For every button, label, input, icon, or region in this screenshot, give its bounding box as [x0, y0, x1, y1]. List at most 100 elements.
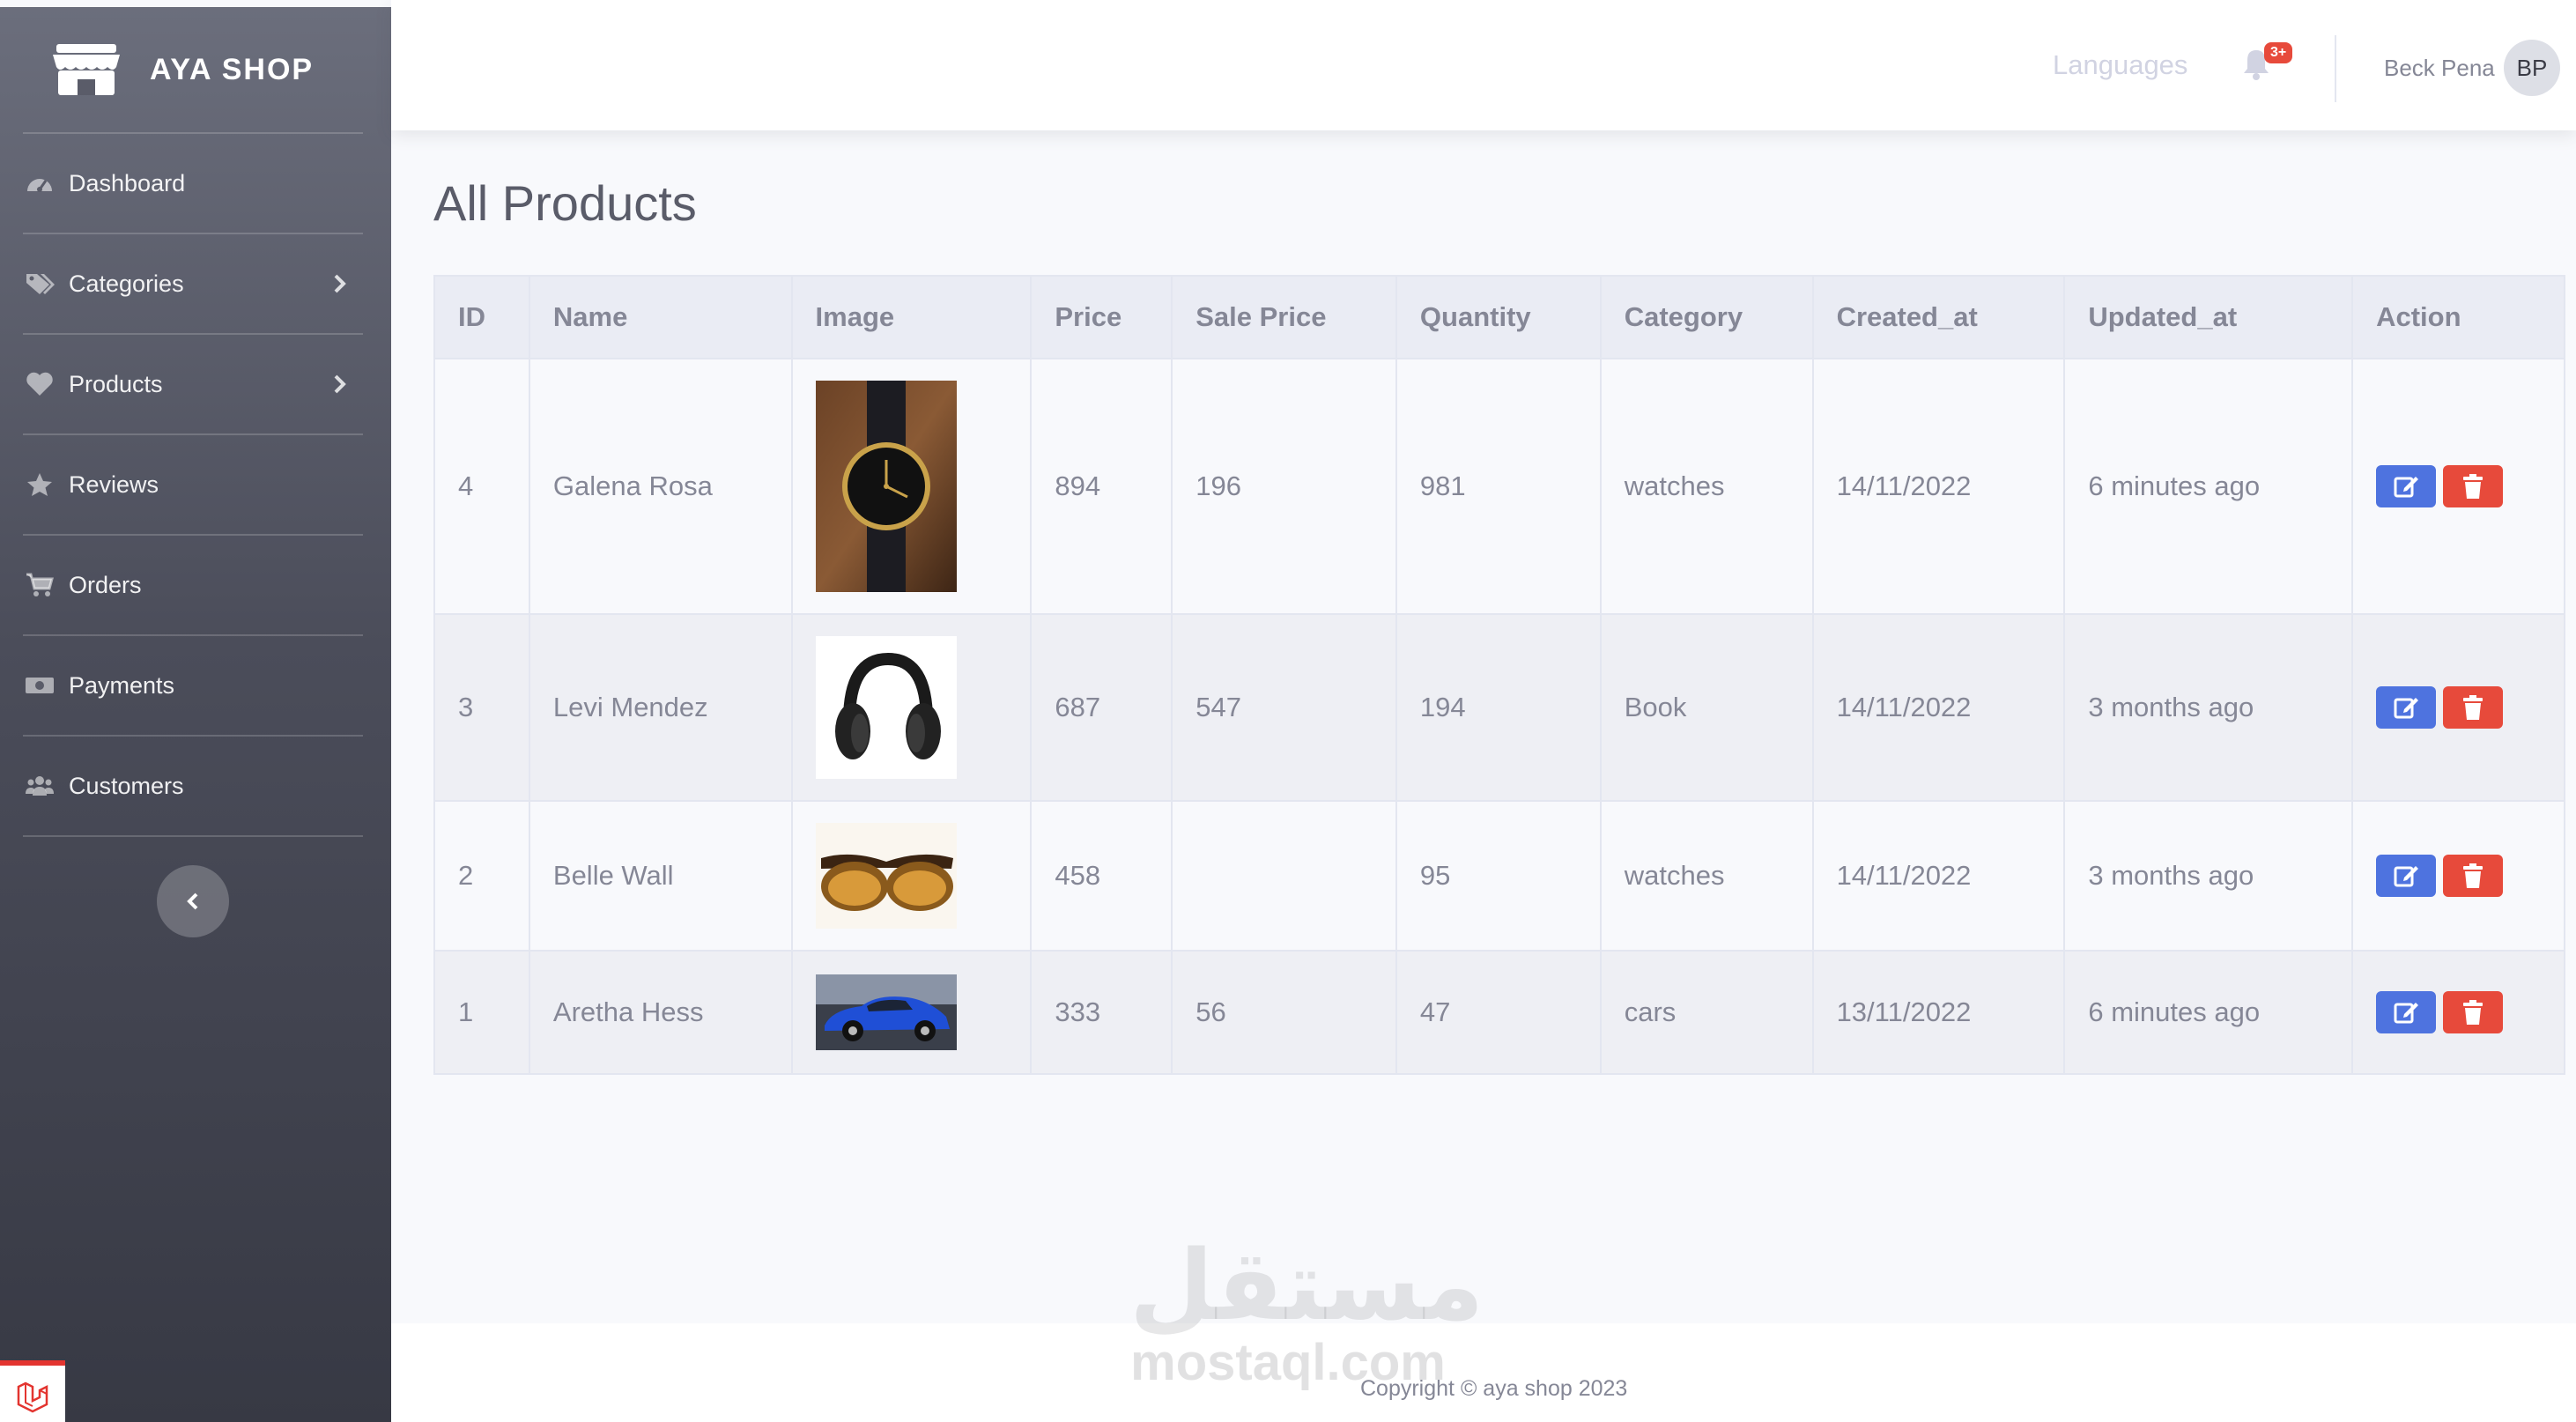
footer: Copyright © aya shop 2023: [391, 1323, 2576, 1422]
edit-button[interactable]: [2376, 465, 2437, 507]
delete-button[interactable]: [2443, 855, 2504, 897]
cell-created-at: 14/11/2022: [1811, 613, 2066, 802]
laravel-icon: [17, 1381, 48, 1413]
table-header-row: ID Name Image Price Sale Price Quantity …: [433, 275, 2565, 359]
cell-action: [2351, 613, 2565, 802]
debugbar-toggle[interactable]: [0, 1360, 65, 1422]
sidebar-item-customers[interactable]: Customers: [0, 737, 391, 835]
table-row: 3 Levi Mendez 687 547 194 Book 14/11/202…: [433, 613, 2565, 802]
sidebar-item-label: Dashboard: [69, 169, 186, 196]
cell-name: Belle Wall: [528, 800, 793, 952]
user-name[interactable]: Beck Pena: [2384, 55, 2495, 82]
delete-button[interactable]: [2443, 465, 2504, 507]
delete-button[interactable]: [2443, 991, 2504, 1033]
cell-quantity: 194: [1395, 613, 1602, 802]
cell-name: Galena Rosa: [528, 358, 793, 615]
sidebar-item-label: Products: [69, 370, 163, 397]
chevron-left-icon: [187, 892, 198, 910]
column-header: ID: [433, 275, 530, 359]
cell-price: 458: [1030, 800, 1173, 952]
watermark-latin: mostaql.com: [1130, 1334, 1446, 1391]
sidebar-item-orders[interactable]: Orders: [0, 536, 391, 634]
cell-id: 4: [433, 358, 530, 615]
cell-image: [790, 358, 1033, 615]
brand-link[interactable]: AYA SHOP: [0, 7, 391, 132]
edit-icon: [2394, 866, 2419, 887]
dashboard-icon: [27, 179, 52, 192]
cell-category: Book: [1599, 613, 1814, 802]
watermark-arabic: مستقل: [1129, 1229, 1484, 1342]
cell-name: Aretha Hess: [528, 950, 793, 1075]
sidebar-item-label: Categories: [69, 270, 184, 297]
cell-sale-price: [1171, 800, 1397, 952]
sidebar-toggle-button[interactable]: [157, 865, 229, 937]
cell-price: 894: [1030, 358, 1173, 615]
sidebar-item-categories[interactable]: Categories: [0, 234, 391, 333]
sidebar-item-label: Customers: [69, 772, 184, 799]
watermark: مستقل mostaql.com: [1129, 1229, 1484, 1396]
users-icon: [26, 776, 54, 796]
cell-quantity: 95: [1395, 800, 1602, 952]
sidebar-item-payments[interactable]: Payments: [0, 636, 391, 735]
tags-icon: [26, 274, 55, 294]
column-header: Created_at: [1811, 275, 2066, 359]
notification-badge: 3+: [2264, 42, 2293, 63]
column-header: Name: [528, 275, 793, 359]
cell-updated-at: 6 minutes ago: [2063, 950, 2354, 1075]
trash-icon: [2463, 695, 2483, 720]
cell-created-at: 14/11/2022: [1811, 800, 2066, 952]
sidebar-divider: [23, 835, 363, 837]
cell-updated-at: 3 months ago: [2063, 800, 2354, 952]
avatar[interactable]: BP: [2504, 40, 2560, 96]
languages-dropdown[interactable]: Languages: [2053, 49, 2187, 81]
trash-icon: [2463, 474, 2483, 499]
cell-image: [790, 950, 1033, 1075]
store-icon: [53, 44, 120, 95]
product-image-sunglasses: [815, 823, 957, 929]
cell-action: [2351, 358, 2565, 615]
cell-sale-price: 547: [1171, 613, 1397, 802]
trash-icon: [2463, 1000, 2483, 1025]
sidebar-item-label: Reviews: [69, 470, 159, 498]
notifications-button[interactable]: 3+: [2241, 42, 2293, 86]
edit-icon: [2394, 477, 2419, 498]
cell-quantity: 981: [1395, 358, 1602, 615]
edit-button[interactable]: [2376, 991, 2437, 1033]
brand-name: AYA SHOP: [150, 52, 315, 86]
column-header: Price: [1030, 275, 1173, 359]
chevron-right-icon: [334, 274, 346, 293]
delete-button[interactable]: [2443, 686, 2504, 729]
sidebar-item-products[interactable]: Products: [0, 335, 391, 433]
cell-sale-price: 196: [1171, 358, 1397, 615]
topbar-divider: [2335, 35, 2336, 102]
heart-icon: [26, 372, 53, 396]
edit-button[interactable]: [2376, 686, 2437, 729]
product-image-headphones: [815, 636, 957, 779]
cell-action: [2351, 950, 2565, 1075]
cell-created-at: 14/11/2022: [1811, 358, 2066, 615]
star-icon: [27, 473, 52, 496]
edit-icon: [2394, 698, 2419, 719]
cell-id: 1: [433, 950, 530, 1075]
edit-button[interactable]: [2376, 855, 2437, 897]
cell-updated-at: 3 months ago: [2063, 613, 2354, 802]
sidebar-item-dashboard[interactable]: Dashboard: [0, 134, 391, 233]
money-icon: [26, 678, 54, 693]
column-header: Updated_at: [2063, 275, 2354, 359]
edit-icon: [2394, 1003, 2419, 1024]
cell-sale-price: 56: [1171, 950, 1397, 1075]
cell-image: [790, 800, 1033, 952]
column-header: Sale Price: [1171, 275, 1397, 359]
sidebar: AYA SHOP Dashboard Categories Products R…: [0, 7, 391, 1422]
cell-image: [790, 613, 1033, 802]
cell-category: cars: [1599, 950, 1814, 1075]
cart-icon: [26, 573, 54, 596]
product-image-car: [815, 974, 957, 1050]
column-header: Image: [790, 275, 1033, 359]
page-title: All Products: [433, 175, 697, 231]
cell-updated-at: 6 minutes ago: [2063, 358, 2354, 615]
sidebar-item-reviews[interactable]: Reviews: [0, 435, 391, 534]
cell-price: 687: [1030, 613, 1173, 802]
avatar-initials: BP: [2516, 54, 2548, 81]
column-header: Category: [1599, 275, 1814, 359]
